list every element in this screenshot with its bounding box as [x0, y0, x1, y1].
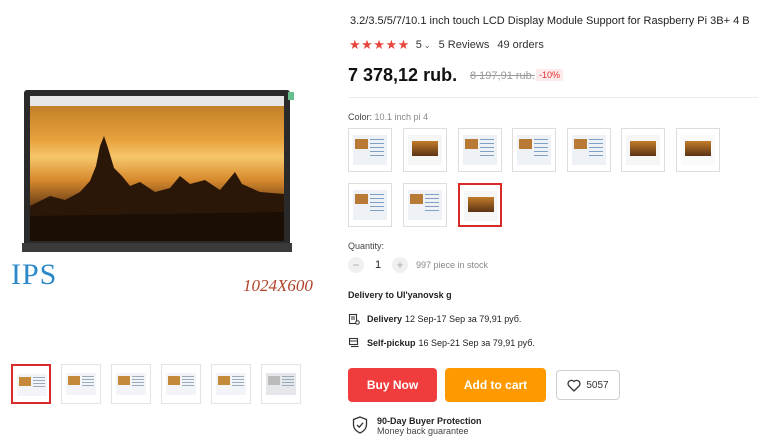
protection-title: 90-Day Buyer Protection [377, 416, 482, 426]
color-value: 10.1 inch pi 4 [374, 112, 429, 122]
rating-row: ★★★★★ 5 ⌄ 5 Reviews 49 orders [349, 37, 544, 53]
delivery-destination[interactable]: Delivery to Ul'yanovsk g [348, 290, 452, 300]
color-swatch[interactable] [348, 183, 392, 227]
color-swatch[interactable] [458, 128, 502, 172]
quantity-increase-button[interactable]: + [392, 257, 408, 273]
thumbnail[interactable] [11, 364, 51, 404]
heart-icon [567, 379, 581, 392]
quantity-decrease-button[interactable]: − [348, 257, 364, 273]
color-swatch-selected[interactable] [458, 183, 502, 227]
delivery-label: Delivery [367, 314, 403, 324]
wishlist-count: 5057 [586, 379, 609, 391]
color-swatch[interactable] [676, 128, 720, 172]
current-price: 7 378,12 rub. [348, 65, 458, 85]
star-rating-icon: ★★★★★ [349, 37, 410, 52]
sunset-wallpaper [30, 96, 284, 241]
resolution-caption: 1024X600 [243, 276, 313, 295]
main-product-image[interactable]: IPS 1024X600 [0, 0, 334, 352]
thumbnail[interactable] [261, 364, 301, 404]
divider [348, 97, 758, 98]
quantity-stepper: − 1 + 997 piece in stock [348, 257, 488, 273]
protection-subtitle: Money back guarantee [377, 426, 469, 436]
delivery-row: Delivery 12 Sep-17 Sep за 79,91 руб. [348, 313, 521, 325]
color-swatch[interactable] [403, 183, 447, 227]
pickup-text: 16 Sep-21 Sep за 79,91 руб. [418, 338, 535, 348]
discount-badge: -10% [536, 69, 564, 81]
buyer-protection: 90-Day Buyer Protection Money back guara… [352, 416, 482, 436]
panel-type-caption: IPS [11, 258, 58, 291]
rating-score[interactable]: 5 [416, 39, 422, 51]
pickup-icon [348, 337, 359, 348]
color-label: Color: 10.1 inch pi 4 [348, 112, 429, 122]
thumbnail[interactable] [161, 364, 201, 404]
shield-check-icon [352, 416, 368, 434]
pickup-label: Self-pickup [367, 338, 416, 348]
thumbnail-strip [11, 364, 301, 404]
color-swatch[interactable] [567, 128, 611, 172]
pickup-row: Self-pickup 16 Sep-21 Sep за 79,91 руб. [348, 337, 535, 349]
buy-now-button[interactable]: Buy Now [348, 368, 437, 402]
color-swatch[interactable] [512, 128, 556, 172]
add-to-cart-button[interactable]: Add to cart [445, 368, 546, 402]
delivery-text: 12 Sep-17 Sep за 79,91 руб. [405, 314, 522, 324]
thumbnail[interactable] [111, 364, 151, 404]
quantity-label: Quantity: [348, 241, 385, 251]
temple-silhouette [30, 136, 284, 241]
color-swatch[interactable] [403, 128, 447, 172]
thumbnail[interactable] [61, 364, 101, 404]
thumbnail[interactable] [211, 364, 251, 404]
chevron-down-icon[interactable]: ⌄ [424, 41, 431, 50]
delivery-icon [348, 313, 360, 325]
stock-text: 997 piece in stock [416, 260, 489, 270]
wishlist-button[interactable]: 5057 [556, 370, 620, 400]
product-title: 3.2/3.5/5/7/10.1 inch touch LCD Display … [350, 15, 750, 27]
old-price: 8 197,91 rub. [470, 70, 535, 82]
orders-count: 49 orders [497, 39, 544, 51]
reviews-link[interactable]: 5 Reviews [439, 39, 490, 51]
color-swatch[interactable] [621, 128, 665, 172]
color-swatch[interactable] [348, 128, 392, 172]
lcd-display-photo [22, 90, 294, 252]
quantity-value[interactable]: 1 [364, 259, 392, 271]
